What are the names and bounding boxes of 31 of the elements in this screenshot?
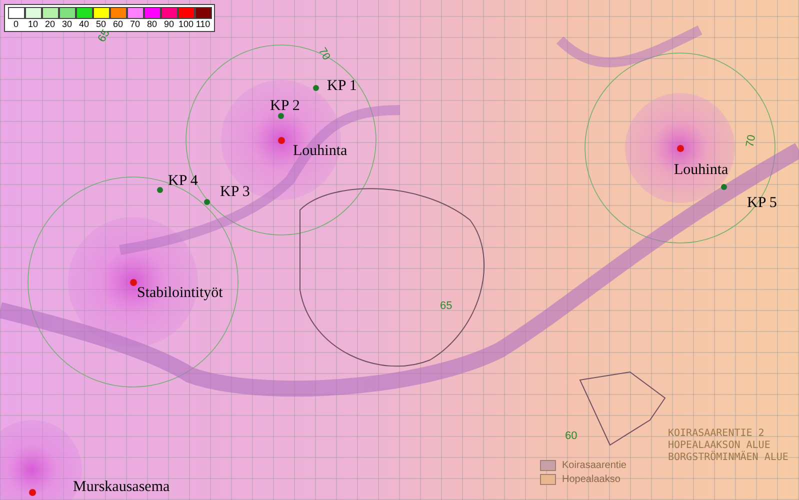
contour-label: 65 bbox=[96, 28, 112, 44]
plan-title-line: HOPEALAAKSON ALUE bbox=[668, 440, 772, 451]
measurement-point-label: KP 1 bbox=[327, 78, 357, 94]
legend-label: 100 bbox=[178, 19, 194, 30]
legend-label: 40 bbox=[78, 19, 89, 30]
legend-label: 110 bbox=[196, 19, 210, 30]
measurement-point-label: KP 3 bbox=[220, 184, 250, 200]
plan-title-line: BORGSTRÖMINMÄEN ALUE bbox=[668, 452, 788, 463]
noise-source-label: Louhinta bbox=[293, 143, 348, 159]
plan-title-line: KOIRASAARENTIE 2 bbox=[668, 428, 766, 439]
legend-label: 0 bbox=[13, 19, 18, 30]
measurement-point-label: KP 5 bbox=[747, 195, 777, 211]
measurement-point-label: KP 2 bbox=[270, 98, 300, 114]
legend-label: 70 bbox=[130, 19, 140, 30]
legend-label: 60 bbox=[112, 19, 123, 30]
measurement-point-label: KP 4 bbox=[168, 173, 198, 189]
legend-label: 30 bbox=[62, 19, 72, 30]
plan-key-label: Hopealaakso bbox=[562, 474, 620, 485]
contour-label: 70 bbox=[744, 134, 758, 148]
contour-label: 65 bbox=[440, 300, 452, 312]
contour-label: 60 bbox=[565, 430, 578, 442]
legend-label: 90 bbox=[164, 19, 174, 30]
contour-label: 70 bbox=[316, 46, 332, 62]
legend-label: 20 bbox=[44, 19, 55, 30]
noise-source-label: Murskausasema bbox=[73, 479, 170, 495]
noise-source-label: Stabilointityöt bbox=[137, 285, 223, 301]
legend-label: 50 bbox=[96, 19, 106, 29]
legend-label: 10 bbox=[28, 19, 38, 30]
legend-label: 80 bbox=[146, 19, 157, 30]
noise-source-label: Louhinta bbox=[674, 162, 728, 178]
plan-key-label: Koirasaarentie bbox=[562, 460, 626, 471]
